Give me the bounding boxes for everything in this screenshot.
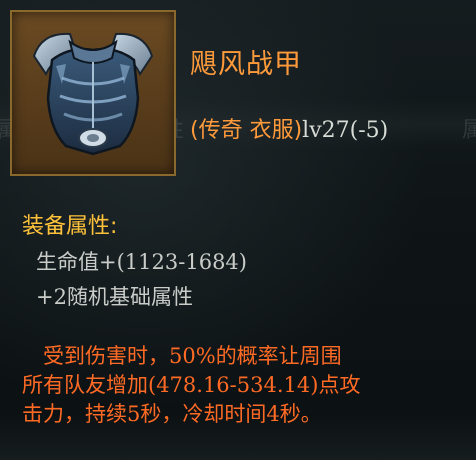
attribute-label: 生命值+: [36, 250, 117, 274]
item-meta: (传奇 衣服)lv27(-5): [190, 112, 388, 144]
effect-chance: 50%: [169, 344, 216, 368]
effect-text: 秒。: [279, 402, 322, 426]
item-rarity: (传奇 衣服): [190, 118, 303, 143]
armor-chestplate-icon: [32, 32, 154, 156]
item-name: 飓风战甲: [190, 49, 302, 80]
effect-text: 击力，持续: [22, 402, 127, 426]
effect-attack-range: (478.16-534.14): [148, 373, 319, 397]
attribute-value: (1123-1684): [116, 250, 247, 274]
effect-cooldown: 4: [266, 402, 280, 426]
attribute-value: 随机基础属性: [66, 285, 193, 309]
effect-text: 受到伤害时，: [43, 344, 169, 368]
item-tooltip: 属性 属性 属: [0, 0, 476, 460]
attribute-line-random: +2随机基础属性: [36, 281, 193, 311]
effect-line-3: 击力，持续5秒，冷却时间4秒。: [22, 400, 462, 429]
item-level: lv27(-5): [302, 118, 389, 143]
item-icon-frame[interactable]: [10, 10, 176, 176]
effect-line-2: 所有队友增加(478.16-534.14)点攻: [22, 371, 462, 400]
effect-text: 秒，冷却时间: [140, 402, 267, 426]
attribute-label: +2: [36, 285, 67, 309]
special-effect: 受到伤害时，50%的概率让周围 所有队友增加(478.16-534.14)点攻 …: [22, 342, 462, 429]
effect-text: 所有队友增加: [22, 373, 148, 397]
effect-line-1: 受到伤害时，50%的概率让周围: [22, 342, 462, 371]
background-text-right: 属: [462, 118, 476, 143]
effect-text: 的概率让周围: [215, 344, 342, 368]
attribute-line-hp: 生命值+(1123-1684): [36, 246, 247, 276]
effect-duration: 5: [127, 402, 141, 426]
attributes-title: 装备属性:: [22, 214, 118, 239]
effect-text: 点攻: [318, 373, 361, 397]
